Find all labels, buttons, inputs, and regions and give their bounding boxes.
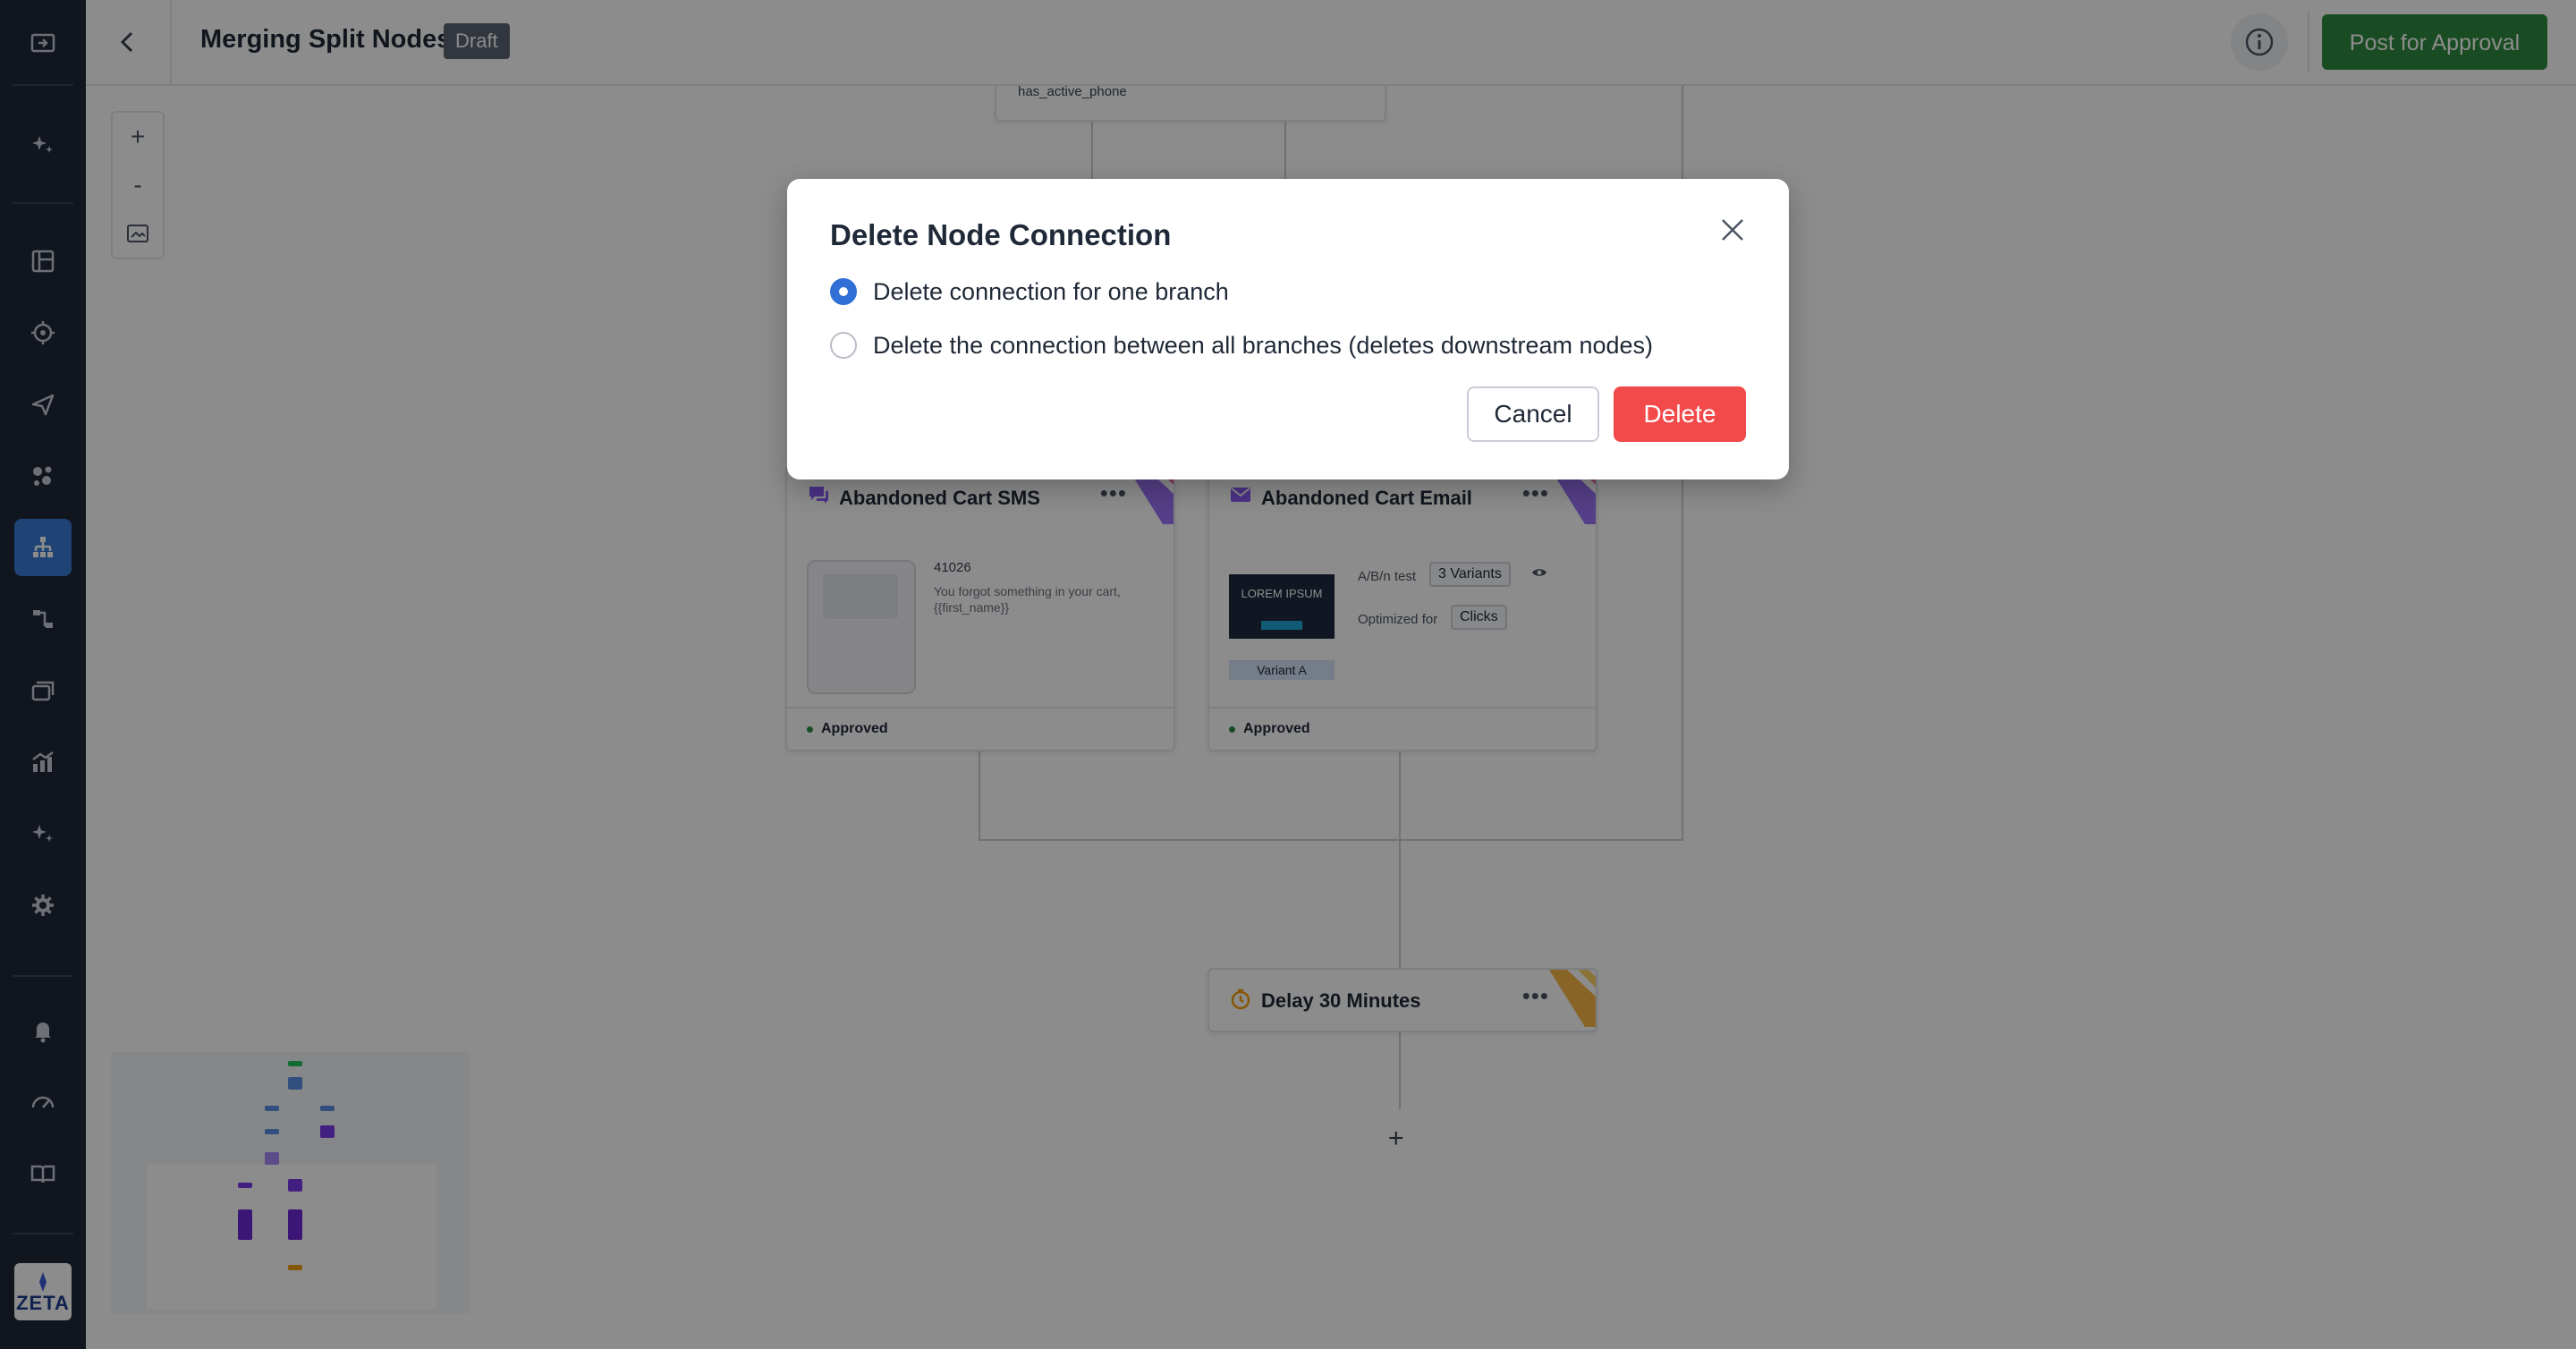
dialog-title: Delete Node Connection [830,218,1172,251]
delete-connection-dialog: Delete Node Connection Delete connection… [787,179,1789,479]
cancel-button[interactable]: Cancel [1467,386,1599,442]
radio-one-branch[interactable] [830,278,857,305]
option-one-branch[interactable]: Delete connection for one branch [830,276,1229,308]
option-all-branches[interactable]: Delete the connection between all branch… [830,329,1653,361]
close-icon[interactable] [1714,211,1751,249]
option-label: Delete the connection between all branch… [873,331,1654,359]
option-label: Delete connection for one branch [873,277,1229,305]
radio-all-branches[interactable] [830,332,857,359]
delete-button[interactable]: Delete [1614,386,1746,442]
